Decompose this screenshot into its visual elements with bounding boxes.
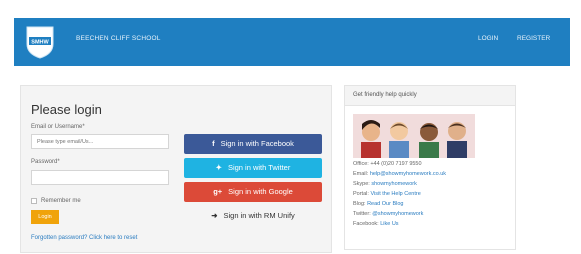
- twitter-signin-button[interactable]: ✦ Sign in with Twitter: [184, 158, 322, 178]
- help-facebook: Facebook: Like Us: [353, 221, 399, 227]
- sign-in-icon: ➜: [211, 211, 218, 220]
- help-twitter: Twitter: @showmyhomework: [353, 211, 424, 217]
- help-portal: Portal: Visit the Help Centre: [353, 191, 421, 197]
- facebook-signin-button[interactable]: f Sign in with Facebook: [184, 134, 322, 154]
- logo-text: SMHW: [31, 39, 49, 45]
- help-heading: Get friendly help quickly: [345, 86, 515, 106]
- email-field[interactable]: [31, 134, 169, 149]
- school-logo[interactable]: SMHW: [24, 24, 56, 60]
- school-name: BEECHEN CLIFF SCHOOL: [76, 35, 161, 42]
- login-title: Please login: [31, 102, 102, 117]
- password-label: Password*: [31, 159, 60, 165]
- twitter-icon: ✦: [215, 163, 222, 172]
- help-office: Office: +44 (0)20 7197 9550: [353, 161, 422, 167]
- remember-checkbox[interactable]: [31, 198, 37, 204]
- help-blog-link[interactable]: Read Our Blog: [367, 201, 403, 207]
- support-team-illustration: [353, 114, 475, 158]
- google-plus-icon: g+: [213, 187, 223, 196]
- remember-label: Remember me: [41, 198, 81, 204]
- top-navigation-bar: SMHW BEECHEN CLIFF SCHOOL LOGIN REGISTER: [14, 18, 570, 66]
- help-skype: Skype: showmyhomework: [353, 181, 417, 187]
- login-button[interactable]: Login: [31, 210, 59, 224]
- facebook-icon: f: [212, 139, 215, 148]
- help-email: Email: help@showmyhomework.co.uk: [353, 171, 447, 177]
- google-signin-label: Sign in with Google: [228, 187, 293, 196]
- twitter-signin-label: Sign in with Twitter: [227, 163, 291, 172]
- login-panel: Please login Email or Username* Password…: [20, 85, 332, 253]
- help-blog: Blog: Read Our Blog: [353, 201, 404, 207]
- help-panel: Get friendly help quickly Office: +44 (0…: [344, 85, 516, 250]
- google-signin-button[interactable]: g+ Sign in with Google: [184, 182, 322, 202]
- password-field[interactable]: [31, 170, 169, 185]
- help-skype-link[interactable]: showmyhomework: [371, 181, 417, 187]
- facebook-signin-label: Sign in with Facebook: [220, 139, 294, 148]
- help-facebook-link[interactable]: Like Us: [380, 221, 398, 227]
- help-email-link[interactable]: help@showmyhomework.co.uk: [370, 171, 446, 177]
- nav-register-link[interactable]: REGISTER: [517, 35, 550, 42]
- email-label: Email or Username*: [31, 124, 85, 130]
- remember-me[interactable]: Remember me: [31, 198, 81, 204]
- rm-unify-signin-button[interactable]: ➜ Sign in with RM Unify: [184, 206, 322, 226]
- nav-login-link[interactable]: LOGIN: [478, 35, 498, 42]
- help-portal-link[interactable]: Visit the Help Centre: [370, 191, 420, 197]
- forgot-password-link[interactable]: Forgotten password? Click here to reset: [31, 235, 137, 241]
- help-twitter-link[interactable]: @showmyhomework: [372, 211, 423, 217]
- rm-unify-signin-label: Sign in with RM Unify: [223, 211, 295, 220]
